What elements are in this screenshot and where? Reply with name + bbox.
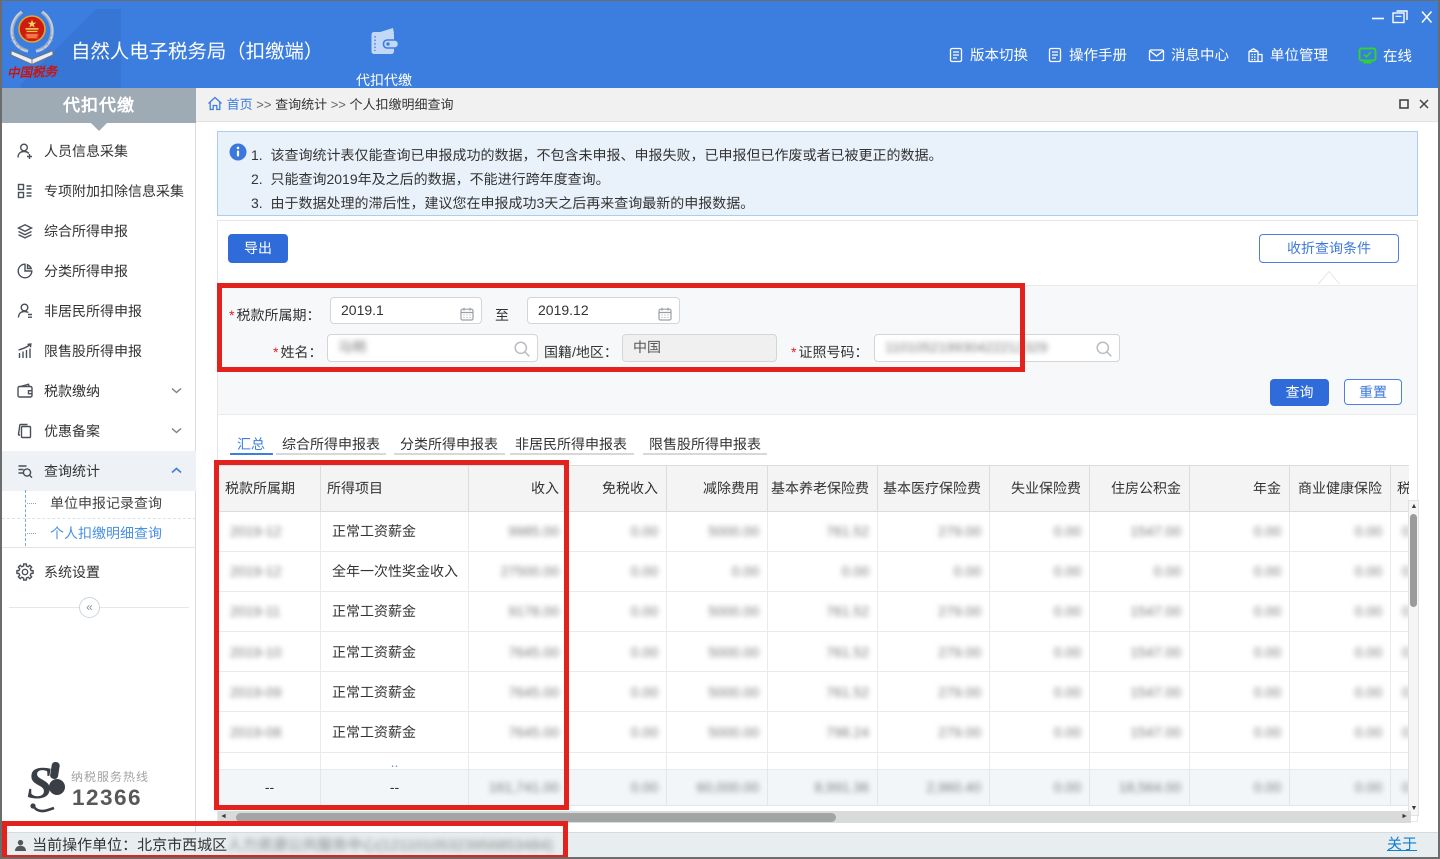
svg-text:中国税务: 中国税务 [7,61,60,81]
svg-text:S: S [27,760,53,808]
